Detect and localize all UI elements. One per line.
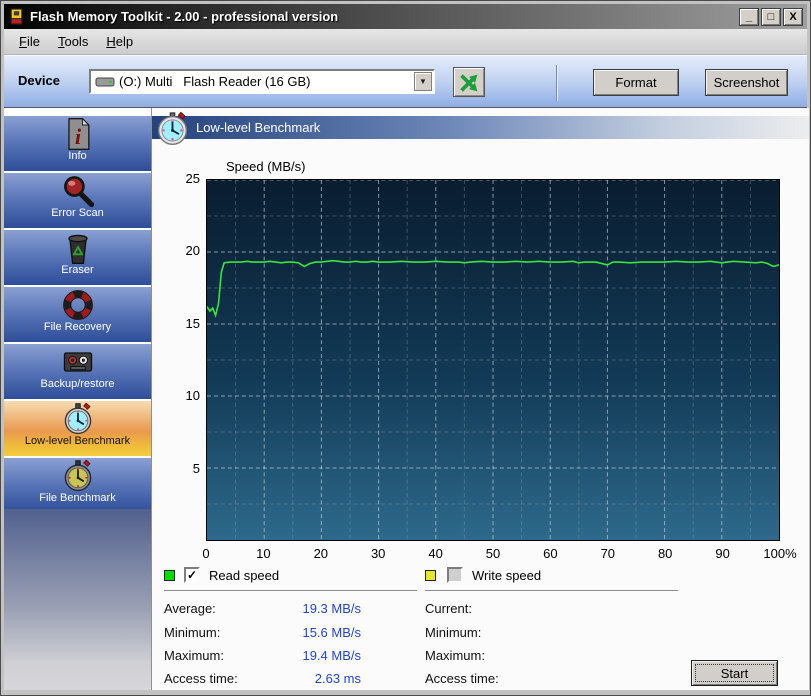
menu-help[interactable]: Help bbox=[97, 31, 142, 52]
sidebar: i Info Error Scan Eraser File Recovery B… bbox=[4, 108, 152, 690]
sidebar-item-label: Low-level Benchmark bbox=[4, 435, 151, 447]
sidebar-item-backup-restore[interactable]: Backup/restore bbox=[4, 344, 151, 399]
write-minimum-label: Minimum: bbox=[425, 625, 481, 640]
write-maximum-label: Maximum: bbox=[425, 648, 485, 663]
dropdown-arrow-icon[interactable]: ▼ bbox=[414, 72, 432, 91]
x-tick-label: 60 bbox=[530, 546, 570, 561]
device-select-value: (O:) Multi Flash Reader (16 GB) bbox=[119, 74, 414, 89]
read-average-value: 19.3 MB/s bbox=[251, 601, 361, 616]
read-legend-rule bbox=[164, 590, 417, 591]
sidebar-filler bbox=[4, 509, 151, 690]
toolbar-separator bbox=[556, 65, 558, 101]
x-tick-label: 50 bbox=[473, 546, 513, 561]
sidebar-item-label: Info bbox=[4, 150, 151, 162]
x-tick-label: 10 bbox=[243, 546, 283, 561]
backup-restore-icon bbox=[60, 344, 96, 380]
app-window: Flash Memory Toolkit - 2.00 - profession… bbox=[0, 0, 811, 696]
drive-icon bbox=[95, 75, 115, 89]
main-panel: Low-level Benchmark Speed (MB/s) 25 20 15 1… bbox=[152, 108, 809, 690]
y-axis-ticks: 252015105 bbox=[162, 179, 200, 541]
sidebar-item-eraser[interactable]: Eraser bbox=[4, 230, 151, 285]
close-button[interactable]: X bbox=[783, 8, 803, 26]
error-scan-icon bbox=[60, 173, 96, 209]
app-icon bbox=[8, 8, 25, 25]
sidebar-item-low-level-benchmark[interactable]: Low-level Benchmark bbox=[4, 401, 151, 456]
read-speed-swatch bbox=[164, 570, 175, 581]
x-tick-label: 0 bbox=[186, 546, 226, 561]
x-tick-label: 100% bbox=[760, 546, 800, 561]
minimize-button[interactable]: _ bbox=[739, 8, 759, 26]
y-tick-label: 10 bbox=[162, 388, 200, 403]
sidebar-item-label: Backup/restore bbox=[4, 378, 151, 390]
checkmark-icon: ✓ bbox=[187, 568, 197, 582]
eraser-icon bbox=[60, 230, 96, 266]
title-bar: Flash Memory Toolkit - 2.00 - profession… bbox=[4, 4, 807, 29]
y-tick-label: 15 bbox=[162, 316, 200, 331]
svg-text:i: i bbox=[74, 124, 81, 149]
write-legend-rule bbox=[425, 590, 678, 591]
sidebar-item-label: File Recovery bbox=[4, 321, 151, 333]
menu-help-rest: elp bbox=[116, 34, 133, 49]
menu-tools[interactable]: Tools bbox=[49, 31, 97, 52]
x-tick-label: 90 bbox=[703, 546, 743, 561]
x-tick-label: 80 bbox=[645, 546, 685, 561]
write-speed-swatch bbox=[425, 570, 436, 581]
read-access-time-label: Access time: bbox=[164, 671, 238, 686]
write-speed-checkbox[interactable] bbox=[447, 567, 463, 583]
read-average-label: Average: bbox=[164, 601, 216, 616]
write-speed-label: Write speed bbox=[472, 568, 541, 583]
low-level-benchmark-icon bbox=[60, 401, 96, 437]
sidebar-item-label: Error Scan bbox=[4, 207, 151, 219]
x-tick-label: 20 bbox=[301, 546, 341, 561]
x-tick-label: 70 bbox=[588, 546, 628, 561]
panel-title: Low-level Benchmark bbox=[196, 120, 320, 135]
read-minimum-label: Minimum: bbox=[164, 625, 220, 640]
device-label: Device bbox=[18, 73, 60, 88]
y-tick-label: 20 bbox=[162, 243, 200, 258]
menu-file-accel: F bbox=[19, 34, 27, 49]
info-icon: i bbox=[60, 116, 96, 152]
x-tick-label: 40 bbox=[416, 546, 456, 561]
read-speed-label: Read speed bbox=[209, 568, 279, 583]
menu-file[interactable]: File bbox=[10, 31, 49, 52]
x-tick-label: 30 bbox=[358, 546, 398, 561]
device-toolbar: Device (O:) Multi Flash Reader (16 GB) ▼… bbox=[4, 55, 807, 108]
benchmark-chart bbox=[206, 179, 780, 541]
file-benchmark-icon bbox=[60, 458, 96, 494]
refresh-button[interactable] bbox=[453, 67, 485, 97]
menu-help-accel: H bbox=[106, 34, 115, 49]
start-button[interactable]: Start bbox=[691, 660, 778, 686]
y-tick-label: 25 bbox=[162, 171, 200, 186]
x-axis-ticks: 0102030405060708090100% bbox=[206, 546, 780, 564]
read-access-time-value: 2.63 ms bbox=[251, 671, 361, 686]
read-maximum-label: Maximum: bbox=[164, 648, 224, 663]
write-access-time-label: Access time: bbox=[425, 671, 499, 686]
write-current-label: Current: bbox=[425, 601, 472, 616]
sidebar-item-error-scan[interactable]: Error Scan bbox=[4, 173, 151, 228]
format-button[interactable]: Format bbox=[593, 69, 679, 96]
sidebar-item-label: File Benchmark bbox=[4, 492, 151, 504]
sidebar-item-info[interactable]: i Info bbox=[4, 116, 151, 171]
file-recovery-icon bbox=[60, 287, 96, 323]
window-title: Flash Memory Toolkit - 2.00 - profession… bbox=[30, 9, 737, 24]
maximize-button[interactable]: □ bbox=[761, 8, 781, 26]
panel-header: Low-level Benchmark bbox=[152, 116, 809, 139]
menu-tools-rest: ools bbox=[64, 34, 88, 49]
menu-bar: File Tools Help bbox=[4, 29, 807, 55]
sidebar-item-file-benchmark[interactable]: File Benchmark bbox=[4, 458, 151, 513]
read-maximum-value: 19.4 MB/s bbox=[251, 648, 361, 663]
screenshot-button[interactable]: Screenshot bbox=[705, 69, 788, 96]
chart-title: Speed (MB/s) bbox=[226, 159, 305, 174]
read-speed-checkbox[interactable]: ✓ bbox=[184, 567, 200, 583]
refresh-icon bbox=[455, 69, 483, 97]
stopwatch-icon bbox=[154, 111, 191, 148]
y-tick-label: 5 bbox=[162, 461, 200, 476]
menu-file-rest: ile bbox=[27, 34, 40, 49]
device-select[interactable]: (O:) Multi Flash Reader (16 GB) ▼ bbox=[89, 69, 435, 94]
sidebar-item-label: Eraser bbox=[4, 264, 151, 276]
read-minimum-value: 15.6 MB/s bbox=[251, 625, 361, 640]
sidebar-item-file-recovery[interactable]: File Recovery bbox=[4, 287, 151, 342]
